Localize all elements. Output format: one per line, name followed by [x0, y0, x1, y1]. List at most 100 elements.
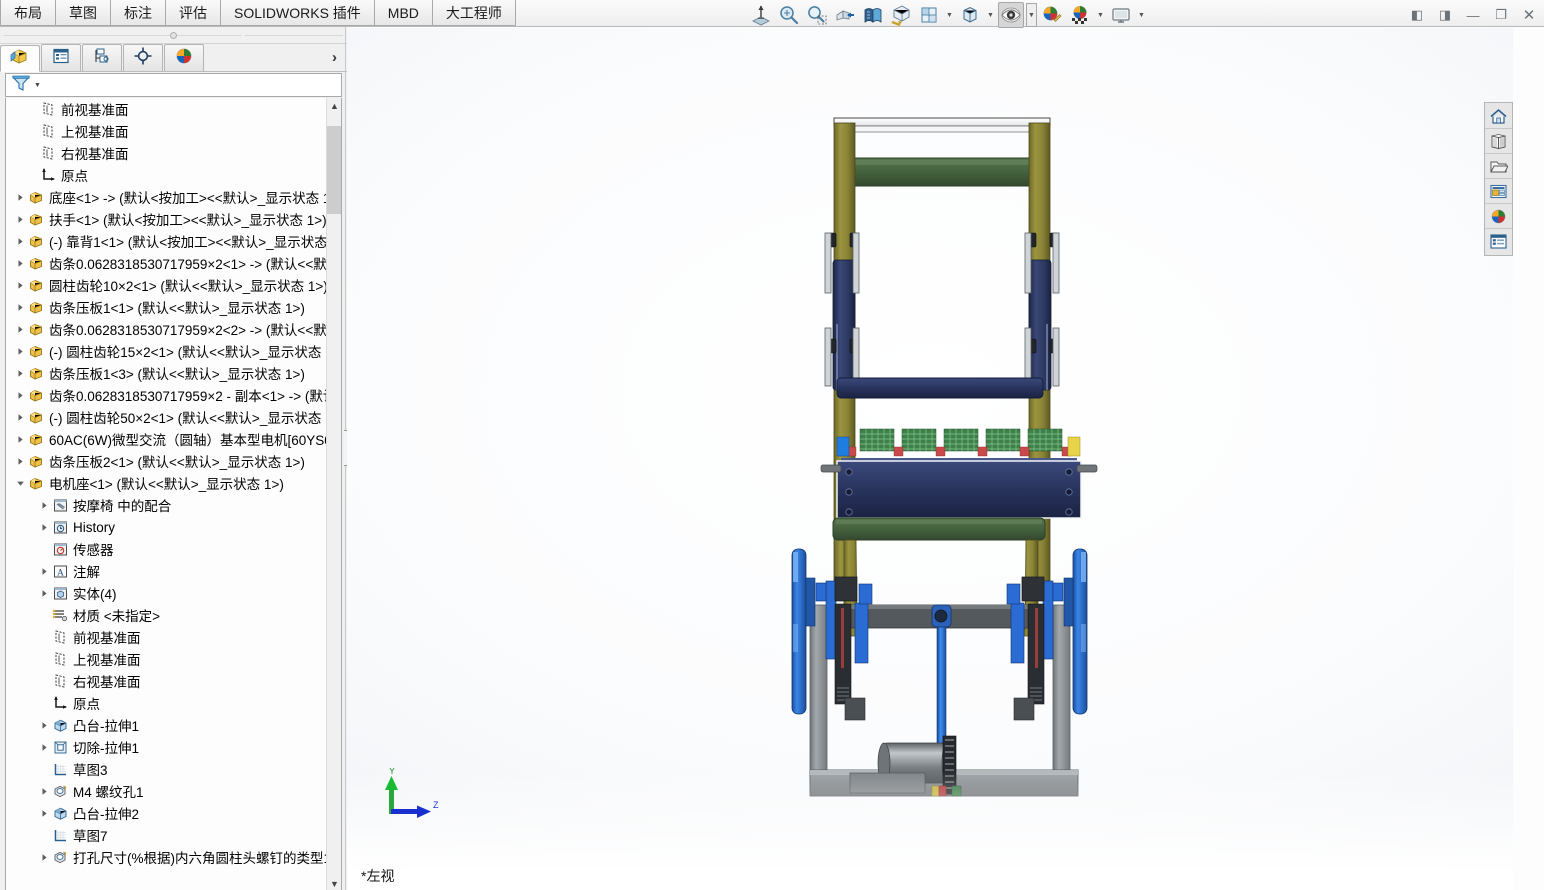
ribbon-tab[interactable]: 评估: [166, 0, 221, 26]
feature-tree-item[interactable]: 齿条0.0628318530717959×2<2> -> (默认<<默认: [6, 318, 328, 340]
expand-arrow-icon[interactable]: [14, 186, 27, 208]
zoom-to-fit-icon[interactable]: [748, 2, 774, 28]
hide-show-items-icon[interactable]: [916, 2, 942, 28]
appearance-dropdown-icon[interactable]: ▼: [1026, 3, 1037, 27]
feature-tree-tab[interactable]: [0, 45, 40, 72]
expand-arrow-icon[interactable]: [14, 450, 27, 472]
feature-tree-item[interactable]: 电机座<1> (默认<<默认>_显示状态 1>): [6, 472, 328, 494]
scroll-down-arrow-icon[interactable]: ▼: [327, 876, 341, 890]
configuration-manager-tab[interactable]: [82, 44, 122, 71]
expand-arrow-icon[interactable]: [14, 230, 27, 252]
feature-tree-item[interactable]: 凸台-拉伸2: [6, 802, 328, 824]
view-settings-icon[interactable]: [1108, 2, 1134, 28]
custom-properties-icon[interactable]: [1485, 229, 1512, 254]
feature-tree-item[interactable]: 切除-拉伸1: [6, 736, 328, 758]
feature-tree-item[interactable]: (-) 圆柱齿轮15×2<1> (默认<<默认>_显示状态 1>): [6, 340, 328, 362]
feature-tree-item[interactable]: 原点: [6, 164, 328, 186]
expand-arrow-icon[interactable]: [38, 714, 51, 736]
scroll-up-arrow-icon[interactable]: ▲: [327, 98, 341, 114]
display-manager-tab[interactable]: [164, 44, 204, 71]
ribbon-tab[interactable]: 大工程师: [432, 0, 516, 26]
feature-tree[interactable]: 前视基准面 上视基准面 右视基准面 原点 底座<1> -> (默认<按加工><<默认>_…: [5, 98, 342, 890]
home-icon[interactable]: [1485, 104, 1512, 129]
feature-tree-item[interactable]: 传感器: [6, 538, 328, 560]
minimize-button[interactable]: —: [1464, 6, 1482, 24]
zoom-to-area-icon[interactable]: [776, 2, 802, 28]
feature-tree-item[interactable]: 齿条压板2<1> (默认<<默认>_显示状态 1>): [6, 450, 328, 472]
file-explorer-icon[interactable]: [1485, 154, 1512, 179]
apply-appearance-icon[interactable]: [1039, 2, 1065, 28]
ribbon-tab[interactable]: 布局: [0, 0, 56, 26]
ribbon-tab[interactable]: 标注: [111, 0, 166, 26]
feature-tree-item[interactable]: 前视基准面: [6, 98, 328, 120]
ribbon-tab[interactable]: 草图: [56, 0, 111, 26]
feature-tree-item[interactable]: 打孔尺寸(%根据)内六角圆柱头螺钉的类型1: [6, 846, 328, 868]
feature-tree-item[interactable]: 齿条0.0628318530717959×2<1> -> (默认<<默认: [6, 252, 328, 274]
display-style-cube-icon[interactable]: [957, 2, 983, 28]
expand-arrow-icon[interactable]: [14, 252, 27, 274]
feature-tree-item[interactable]: 上视基准面: [6, 648, 328, 670]
feature-tree-item[interactable]: 原点: [6, 692, 328, 714]
feature-tree-item[interactable]: 圆柱齿轮10×2<1> (默认<<默认>_显示状态 1>): [6, 274, 328, 296]
feature-tree-item[interactable]: A 注解: [6, 560, 328, 582]
feature-tree-item[interactable]: 凸台-拉伸1: [6, 714, 328, 736]
feature-tree-item[interactable]: 扶手<1> (默认<按加工><<默认>_显示状态 1>): [6, 208, 328, 230]
view-orientation-icon[interactable]: [860, 2, 886, 28]
feature-filter-bar[interactable]: ▼: [5, 73, 342, 97]
feature-tree-item[interactable]: (-) 靠背1<1> (默认<按加工><<默认>_显示状态 1>): [6, 230, 328, 252]
ribbon-tab[interactable]: MBD: [374, 0, 433, 26]
feature-tree-item[interactable]: 齿条0.0628318530717959×2 - 副本<1> -> (默认<: [6, 384, 328, 406]
feature-tree-item[interactable]: 实体(4): [6, 582, 328, 604]
feature-tree-item[interactable]: History: [6, 516, 328, 538]
apply-scene-icon[interactable]: [1067, 2, 1093, 28]
expand-arrow-icon[interactable]: [14, 274, 27, 296]
expand-arrow-icon[interactable]: [38, 846, 51, 868]
feature-tree-item[interactable]: 上视基准面: [6, 120, 328, 142]
section-view-icon[interactable]: [832, 2, 858, 28]
expand-arrow-icon[interactable]: [14, 208, 27, 230]
feature-tree-item[interactable]: 60AC(6W)微型交流（圆轴）基本型电机[60YS06WD: [6, 428, 328, 450]
maximize-restore-button[interactable]: ❐: [1492, 6, 1510, 24]
ribbon-tab[interactable]: SOLIDWORKS 插件: [221, 0, 375, 26]
panel-expand-arrow[interactable]: ›: [332, 49, 337, 66]
feature-tree-item[interactable]: 右视基准面: [6, 670, 328, 692]
feature-tree-item[interactable]: 前视基准面: [6, 626, 328, 648]
filter-dropdown-icon[interactable]: ▼: [34, 82, 41, 89]
expand-arrow-icon[interactable]: [38, 736, 51, 758]
restore-left-icon[interactable]: ◧: [1408, 6, 1426, 24]
feature-tree-item[interactable]: 齿条压板1<1> (默认<<默认>_显示状态 1>): [6, 296, 328, 318]
expand-arrow-icon[interactable]: [14, 406, 27, 428]
hide-show-items-dropdown-icon[interactable]: ▼: [944, 2, 955, 28]
feature-tree-item[interactable]: 草图3: [6, 758, 328, 780]
expand-arrow-icon[interactable]: [14, 340, 27, 362]
feature-tree-item[interactable]: 按摩椅 中的配合: [6, 494, 328, 516]
expand-arrow-icon[interactable]: [14, 384, 27, 406]
expand-arrow-icon[interactable]: [14, 296, 27, 318]
display-style-icon[interactable]: [888, 2, 914, 28]
feature-tree-item[interactable]: 材质 <未指定>: [6, 604, 328, 626]
feature-tree-item[interactable]: 底座<1> -> (默认<按加工><<默认>_显示状态 1>): [6, 186, 328, 208]
collapse-arrow-icon[interactable]: [14, 472, 27, 494]
panel-pin-dot[interactable]: [170, 32, 177, 39]
expand-arrow-icon[interactable]: [38, 516, 51, 538]
feature-tree-vertical-scrollbar[interactable]: ▲ ▼: [326, 98, 341, 890]
appearances-color-icon[interactable]: [1485, 204, 1512, 229]
display-style-dropdown-icon[interactable]: ▼: [985, 2, 996, 28]
expand-arrow-icon[interactable]: [14, 318, 27, 340]
expand-arrow-icon[interactable]: [14, 428, 27, 450]
graphics-area[interactable]: Y Z *左视: [347, 28, 1513, 890]
zoom-in-out-icon[interactable]: [804, 2, 830, 28]
filter-funnel-icon[interactable]: [11, 74, 31, 97]
property-manager-tab[interactable]: [41, 44, 81, 71]
edit-appearance-icon[interactable]: [998, 2, 1024, 28]
expand-arrow-icon[interactable]: [38, 780, 51, 802]
expand-arrow-icon[interactable]: [38, 582, 51, 604]
close-button[interactable]: ✕: [1520, 6, 1538, 24]
scene-dropdown-icon[interactable]: ▼: [1095, 2, 1106, 28]
view-palette-icon[interactable]: [1485, 179, 1512, 204]
feature-tree-item[interactable]: 草图7: [6, 824, 328, 846]
dimxpert-manager-tab[interactable]: [123, 44, 163, 71]
expand-arrow-icon[interactable]: [14, 362, 27, 384]
restore-right-icon[interactable]: ◨: [1436, 6, 1454, 24]
view-settings-dropdown-icon[interactable]: ▼: [1136, 2, 1147, 28]
